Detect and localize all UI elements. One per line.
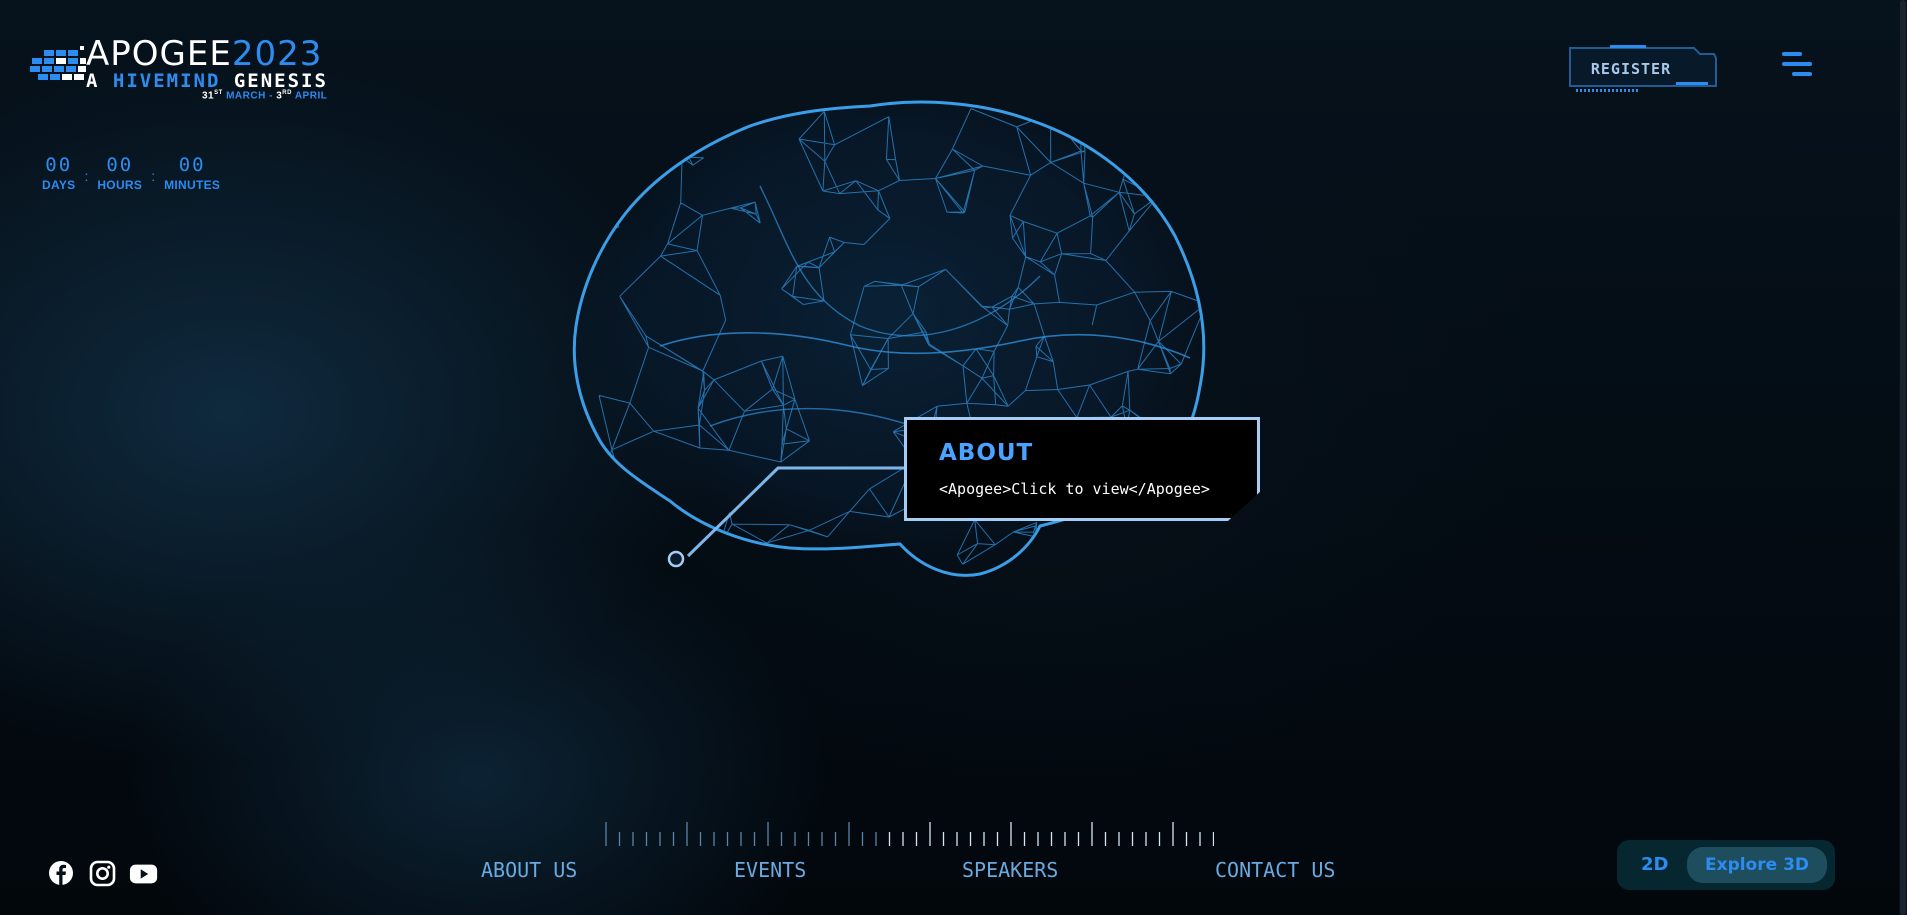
youtube-icon[interactable] (129, 858, 159, 888)
about-callout-text: <Apogee>Click to view</Apogee> (939, 480, 1210, 498)
countdown-days-value: 00 (45, 154, 73, 176)
countdown-separator: : (151, 168, 156, 184)
scrollbar[interactable] (1899, 0, 1907, 915)
scrollbar-thumb[interactable] (1900, 0, 1906, 915)
logo-subtitle-genesis: GENESIS (220, 70, 328, 92)
countdown-hours-value: 00 (106, 154, 134, 176)
facebook-icon[interactable] (48, 858, 78, 888)
date-start-month: MARCH - (222, 90, 277, 102)
date-start-day: 31 (202, 90, 215, 102)
hamburger-menu-icon[interactable] (1782, 52, 1816, 82)
nav-events[interactable]: EVENTS (734, 858, 806, 882)
logo-subtitle-a: A (86, 70, 113, 92)
logo-title: APOGEE2023 (86, 36, 322, 72)
nav-contact-us[interactable]: CONTACT US (1215, 858, 1335, 882)
countdown-hours: 00 HOURS (97, 154, 142, 192)
date-start-suffix: ST (214, 90, 223, 96)
logo-title-year: 2023 (231, 34, 323, 74)
countdown-minutes-value: 00 (178, 154, 206, 176)
register-label: REGISTER (1590, 60, 1672, 78)
countdown-timer: 00 DAYS : 00 HOURS : 00 MINUTES (42, 154, 220, 192)
nav-speakers[interactable]: SPEAKERS (962, 858, 1058, 882)
logo-title-apogee: APOGEE (86, 34, 232, 74)
nav-about-us[interactable]: ABOUT US (481, 858, 577, 882)
toggle-explore-3d-option[interactable]: Explore 3D (1687, 847, 1827, 883)
logo-subtitle: A HIVEMIND GENESIS (86, 70, 328, 92)
logo-subtitle-hivemind: HIVEMIND (112, 70, 221, 92)
apogee-logo[interactable]: APOGEE2023 A HIVEMIND GENESIS 31ST MARCH… (30, 36, 340, 106)
brain-wireframe-3d[interactable] (560, 96, 1290, 706)
countdown-minutes: 00 MINUTES (164, 154, 220, 192)
date-end-month: APRIL (291, 90, 328, 102)
about-callout[interactable]: ABOUT <Apogee>Click to view</Apogee> (904, 417, 1260, 521)
scroll-ruler (605, 822, 1214, 846)
countdown-separator: : (84, 168, 89, 184)
countdown-days: 00 DAYS (42, 154, 75, 192)
view-mode-toggle: 2D Explore 3D (1617, 840, 1835, 890)
about-connector-line (667, 466, 906, 568)
countdown-days-label: DAYS (42, 178, 76, 192)
date-end-suffix: RD (282, 90, 292, 96)
toggle-2d-option[interactable]: 2D (1641, 854, 1668, 875)
about-hotspot-icon[interactable] (667, 550, 685, 568)
countdown-minutes-label: MINUTES (164, 178, 221, 192)
instagram-icon[interactable] (88, 858, 118, 888)
countdown-hours-label: HOURS (97, 178, 143, 192)
about-callout-title: ABOUT (939, 440, 1034, 466)
logo-dates: 31ST MARCH - 3RD APRIL (202, 90, 327, 101)
register-button[interactable]: REGISTER (1568, 44, 1718, 94)
